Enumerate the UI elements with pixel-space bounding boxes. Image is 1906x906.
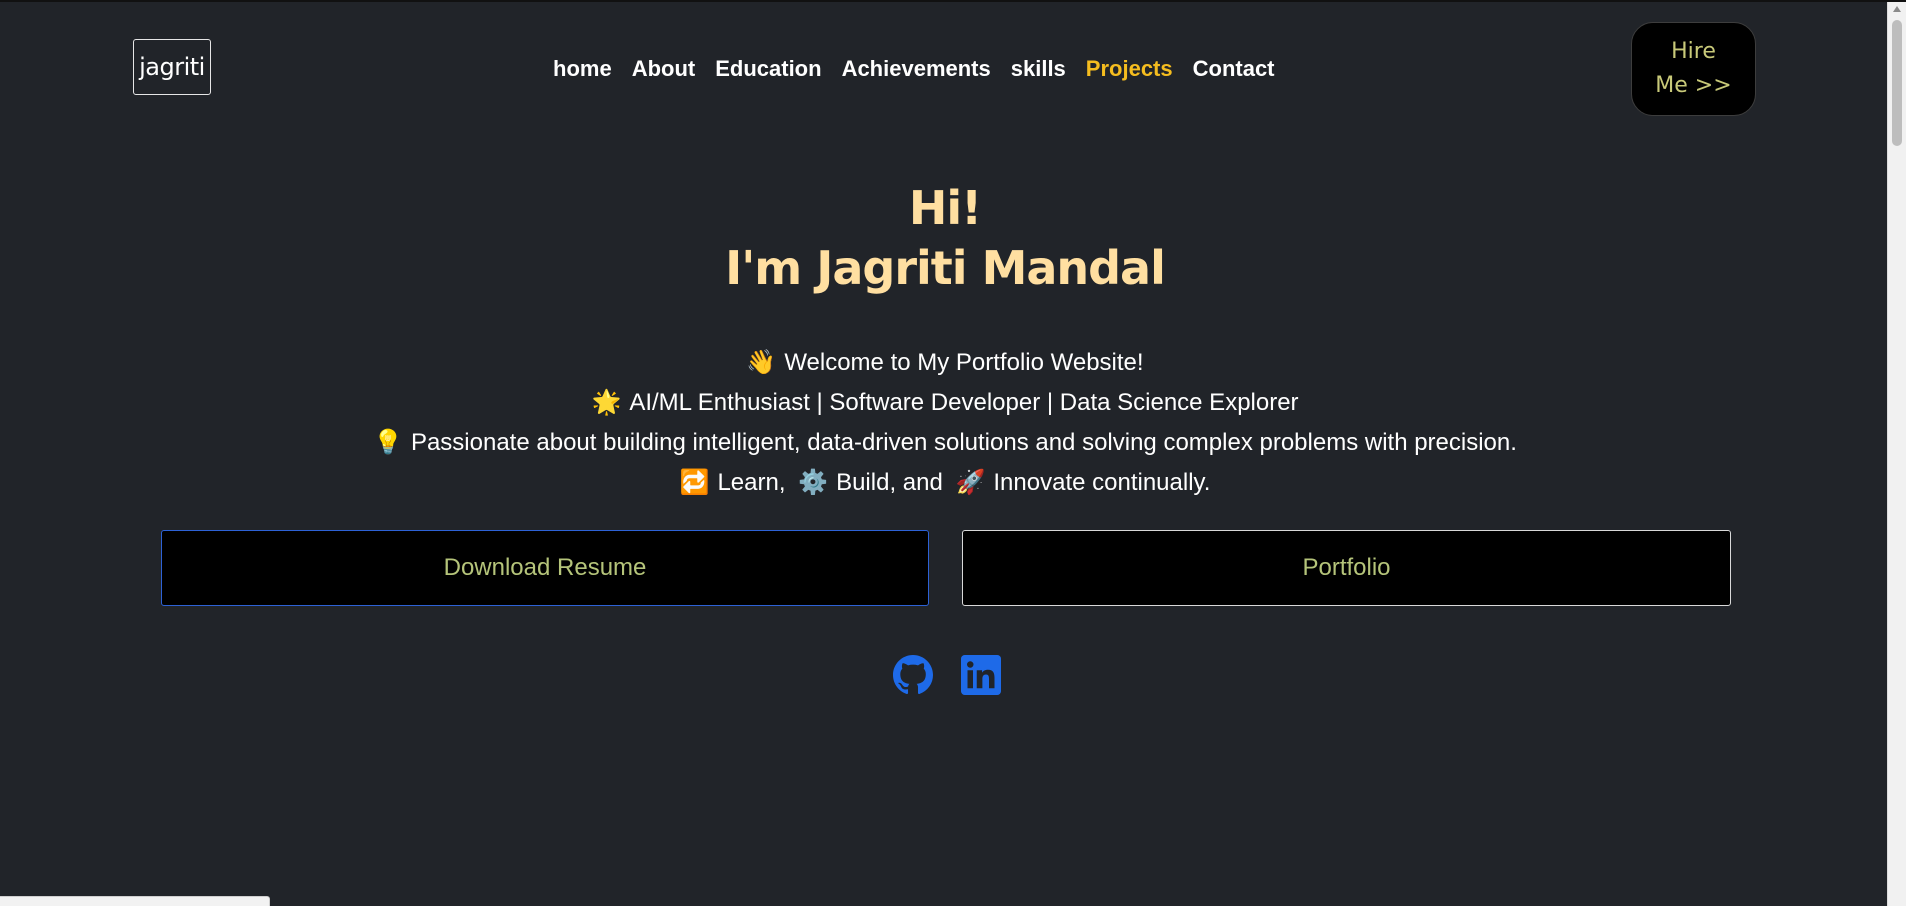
gear-icon: ⚙️ xyxy=(798,469,829,496)
intro-line-passion: 💡 Passionate about building intelligent, … xyxy=(0,423,1890,463)
intro-line-learn-build: 🔁 Learn, ⚙️ Build, and 🚀 Innovate continual… xyxy=(0,463,1890,503)
intro-text: AI/ML Enthusiast | Software Developer | … xyxy=(629,389,1299,416)
nav-link-education[interactable]: Education xyxy=(715,54,821,84)
social-links xyxy=(893,655,1001,695)
sun-icon: 🌟 xyxy=(591,389,622,416)
nav-link-contact[interactable]: Contact xyxy=(1193,54,1275,84)
hire-me-label-line1: Hire xyxy=(1671,39,1716,64)
intro-text: Welcome to My Portfolio Website! xyxy=(784,349,1144,376)
github-icon[interactable] xyxy=(893,655,933,695)
nav-link-skills[interactable]: skills xyxy=(1011,54,1066,84)
hire-me-label-line2: Me >> xyxy=(1655,73,1732,98)
page-scrollbar[interactable] xyxy=(1887,2,1906,906)
nav-link-home[interactable]: home xyxy=(553,54,612,84)
linkedin-icon[interactable] xyxy=(961,655,1001,695)
intro-text: Passionate about building intelligent, d… xyxy=(410,429,1517,456)
main-nav: home About Education Achievements skills… xyxy=(553,54,1275,84)
build-text: Build, and xyxy=(836,469,943,496)
scrollbar-thumb[interactable] xyxy=(1892,20,1902,146)
download-resume-button[interactable]: Download Resume xyxy=(161,530,929,606)
intro-line-roles: 🌟 AI/ML Enthusiast | Software Developer |… xyxy=(0,383,1890,423)
lightbulb-icon: 💡 xyxy=(373,429,403,456)
hero-name-heading: I'm Jagriti Mandal xyxy=(725,241,1166,295)
nav-link-achievements[interactable]: Achievements xyxy=(842,54,991,84)
rocket-icon: 🚀 xyxy=(955,469,986,496)
repeat-icon: 🔁 xyxy=(679,469,710,496)
learn-text: Learn, xyxy=(717,469,786,496)
intro-block: 👋 Welcome to My Portfolio Website! 🌟 AI/ML… xyxy=(0,343,1890,503)
intro-line-welcome: 👋 Welcome to My Portfolio Website! xyxy=(0,343,1890,383)
waving-hand-icon: 👋 xyxy=(746,349,777,376)
site-logo[interactable]: jagriti xyxy=(133,39,211,95)
innovate-text: Innovate continually. xyxy=(993,469,1211,496)
portfolio-button[interactable]: Portfolio xyxy=(962,530,1731,606)
scroll-up-arrow-icon[interactable] xyxy=(1893,6,1901,12)
browser-status-bar xyxy=(0,896,270,906)
nav-link-about[interactable]: About xyxy=(632,54,696,84)
nav-link-projects[interactable]: Projects xyxy=(1086,54,1173,84)
portfolio-page: jagriti home About Education Achievement… xyxy=(0,0,1906,906)
hero-greeting: Hi! xyxy=(908,181,982,235)
hire-me-button[interactable]: Hire Me >> xyxy=(1631,22,1756,116)
